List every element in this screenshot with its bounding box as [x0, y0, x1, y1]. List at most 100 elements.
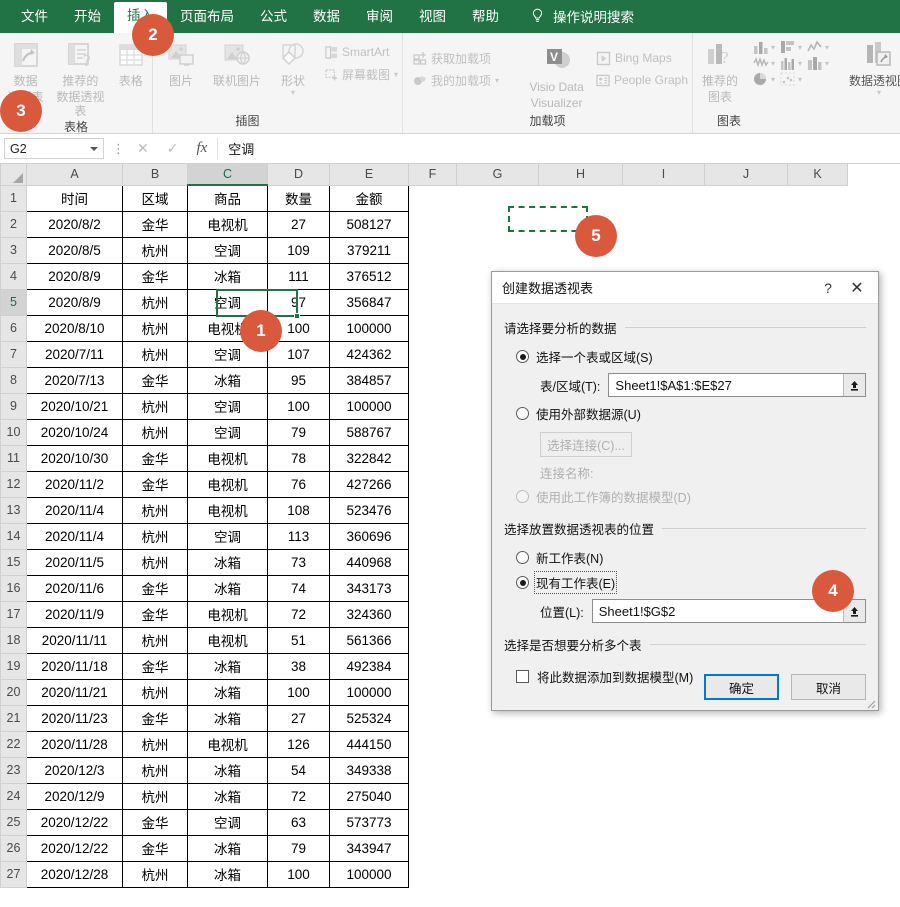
cell-C16[interactable]: 冰箱 [187, 574, 268, 602]
cell-F10[interactable] [408, 419, 457, 445]
cell-A12[interactable]: 2020/11/2 [26, 470, 123, 498]
cell-C22[interactable]: 电视机 [187, 730, 268, 758]
cell-F21[interactable] [408, 705, 457, 731]
cell-D4[interactable]: 111 [267, 262, 330, 290]
cell-F20[interactable] [408, 679, 457, 705]
cell-I2[interactable] [622, 211, 705, 237]
help-icon[interactable]: ? [814, 280, 842, 296]
cell-H23[interactable] [538, 757, 623, 783]
column-chart-caret-icon[interactable]: ▾ [771, 43, 775, 52]
col-header-H[interactable]: H [538, 164, 623, 186]
cell-A9[interactable]: 2020/10/21 [26, 392, 123, 420]
cell-F24[interactable] [408, 783, 457, 809]
cell-C11[interactable]: 电视机 [187, 444, 268, 472]
pie-chart-caret-icon[interactable]: ▾ [771, 75, 775, 84]
location-input[interactable] [592, 600, 843, 622]
cell-A19[interactable]: 2020/11/18 [26, 652, 123, 680]
tell-me-search[interactable]: 操作说明搜索 [530, 6, 634, 33]
cell-E11[interactable]: 322842 [329, 444, 409, 472]
cell-F22[interactable] [408, 731, 457, 757]
cell-A17[interactable]: 2020/11/9 [26, 600, 123, 628]
cell-G24[interactable] [456, 783, 539, 809]
cell-E19[interactable]: 492384 [329, 652, 409, 680]
fx-icon[interactable]: fx [196, 140, 207, 157]
radio-external-source[interactable] [516, 407, 529, 420]
cell-A10[interactable]: 2020/10/24 [26, 418, 123, 446]
cell-F27[interactable] [408, 861, 457, 887]
cell-C14[interactable]: 空调 [187, 522, 268, 550]
name-box-caret-icon[interactable] [90, 146, 98, 151]
cell-E12[interactable]: 427266 [329, 470, 409, 498]
cell-D10[interactable]: 79 [267, 418, 330, 446]
cell-F4[interactable] [408, 263, 457, 289]
cell-E6[interactable]: 100000 [329, 314, 409, 342]
col-header-F[interactable]: F [408, 164, 457, 186]
cell-A8[interactable]: 2020/7/13 [26, 366, 123, 394]
cell-A21[interactable]: 2020/11/23 [26, 704, 123, 732]
col-header-C[interactable]: C [187, 164, 268, 186]
cell-F5[interactable] [408, 289, 457, 315]
bar-chart-button[interactable]: ▾ [780, 40, 802, 54]
choose-connection-button[interactable]: 选择连接(C)... [540, 432, 632, 457]
cell-E13[interactable]: 523476 [329, 496, 409, 524]
get-addins-button[interactable]: 获取加载项 [409, 47, 521, 69]
cell-B3[interactable]: 杭州 [122, 236, 188, 264]
cell-B5[interactable]: 杭州 [122, 288, 188, 316]
cell-E20[interactable]: 100000 [329, 678, 409, 706]
cell-A1[interactable]: 时间 [26, 184, 123, 212]
row-header-13[interactable]: 13 [0, 496, 27, 524]
cell-E1[interactable]: 金额 [329, 184, 409, 212]
cell-B22[interactable]: 杭州 [122, 730, 188, 758]
scatter-chart-caret-icon[interactable]: ▾ [798, 75, 802, 84]
cell-B26[interactable]: 金华 [122, 834, 188, 862]
cell-K2[interactable] [787, 211, 848, 237]
cell-A2[interactable]: 2020/8/2 [26, 210, 123, 238]
cell-B11[interactable]: 金华 [122, 444, 188, 472]
cell-F1[interactable] [408, 185, 457, 211]
cell-E2[interactable]: 508127 [329, 210, 409, 238]
cell-F2[interactable] [408, 211, 457, 237]
cell-A16[interactable]: 2020/11/6 [26, 574, 123, 602]
cell-J24[interactable] [704, 783, 788, 809]
cell-A18[interactable]: 2020/11/11 [26, 626, 123, 654]
cell-E25[interactable]: 573773 [329, 808, 409, 836]
tab-home[interactable]: 开始 [61, 3, 114, 33]
cell-B9[interactable]: 杭州 [122, 392, 188, 420]
cell-F8[interactable] [408, 367, 457, 393]
cell-B20[interactable]: 杭州 [122, 678, 188, 706]
cell-C24[interactable]: 冰箱 [187, 782, 268, 810]
cell-E23[interactable]: 349338 [329, 756, 409, 784]
cell-J2[interactable] [704, 211, 788, 237]
tab-file[interactable]: 文件 [8, 3, 61, 33]
cell-J3[interactable] [704, 237, 788, 263]
col-header-K[interactable]: K [787, 164, 848, 186]
cell-B24[interactable]: 杭州 [122, 782, 188, 810]
cell-D12[interactable]: 76 [267, 470, 330, 498]
cell-J23[interactable] [704, 757, 788, 783]
cell-D18[interactable]: 51 [267, 626, 330, 654]
cell-A24[interactable]: 2020/12/9 [26, 782, 123, 810]
cell-I3[interactable] [622, 237, 705, 263]
cell-A3[interactable]: 2020/8/5 [26, 236, 123, 264]
row-header-7[interactable]: 7 [0, 340, 27, 368]
line-chart-caret-icon[interactable]: ▾ [825, 43, 829, 52]
cell-I26[interactable] [622, 835, 705, 861]
cell-E24[interactable]: 275040 [329, 782, 409, 810]
cell-D22[interactable]: 126 [267, 730, 330, 758]
cell-F26[interactable] [408, 835, 457, 861]
select-all-corner[interactable] [0, 164, 27, 186]
cell-C1[interactable]: 商品 [187, 184, 268, 212]
cell-D13[interactable]: 108 [267, 496, 330, 524]
radio-existing-worksheet[interactable] [516, 576, 529, 589]
cell-D2[interactable]: 27 [267, 210, 330, 238]
row-header-26[interactable]: 26 [0, 834, 27, 862]
col-header-E[interactable]: E [329, 164, 409, 186]
tab-data[interactable]: 数据 [300, 3, 353, 33]
cell-B10[interactable]: 杭州 [122, 418, 188, 446]
cell-F17[interactable] [408, 601, 457, 627]
cell-A23[interactable]: 2020/12/3 [26, 756, 123, 784]
cell-I24[interactable] [622, 783, 705, 809]
shapes-button[interactable]: 形状 ▾ [265, 37, 321, 97]
cell-D20[interactable]: 100 [267, 678, 330, 706]
visio-data-visualizer-button[interactable]: V Visio Data Visualizer [521, 43, 592, 110]
